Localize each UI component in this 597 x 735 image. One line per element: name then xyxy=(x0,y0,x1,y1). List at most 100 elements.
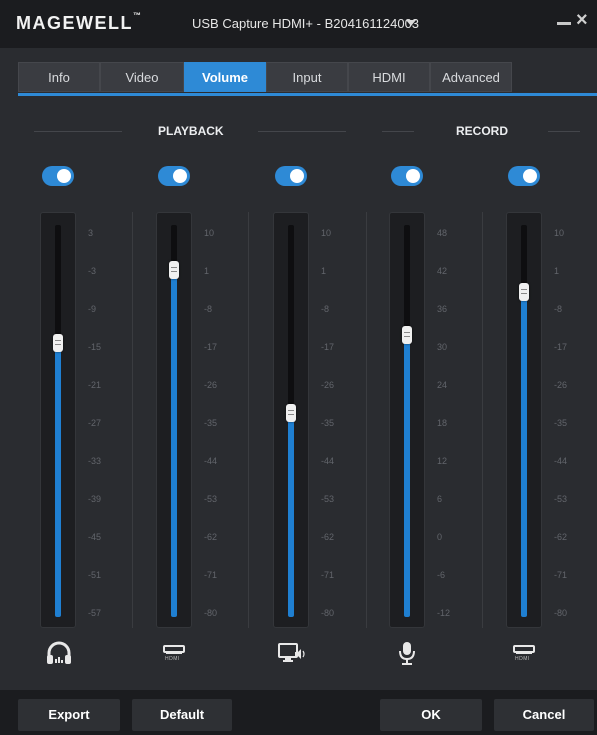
channel-3-enable-toggle[interactable] xyxy=(275,166,307,186)
scale-tick-label: -53 xyxy=(204,494,218,504)
cancel-button[interactable]: Cancel xyxy=(494,699,594,731)
hdmi-icon: HDMI xyxy=(510,640,540,666)
scale-tick-label: -57 xyxy=(88,608,102,618)
tab-volume[interactable]: Volume xyxy=(184,62,266,92)
slider-level-fill xyxy=(55,343,61,617)
channel-2-enable-toggle[interactable] xyxy=(158,166,190,186)
volume-settings-window: MAGEWELL™ USB Capture HDMI+ - B204161124… xyxy=(0,0,597,735)
scale-tick-label: -45 xyxy=(88,532,102,542)
close-button[interactable]: × xyxy=(576,10,588,30)
column-separator xyxy=(248,212,249,628)
footer-bar: Export Default OK Cancel xyxy=(0,690,597,735)
scale-tick-label: -39 xyxy=(88,494,102,504)
scale-tick-label: 1 xyxy=(321,266,327,276)
scale-tick-label: -3 xyxy=(88,266,97,276)
scale-tick-label: 1 xyxy=(204,266,210,276)
scale-tick-label: 0 xyxy=(437,532,443,542)
scale-tick-label: -71 xyxy=(204,570,218,580)
scale-tick-label: -53 xyxy=(554,494,568,504)
scale-tick-label: 42 xyxy=(437,266,448,276)
column-separator xyxy=(132,212,133,628)
scale-tick-label: -12 xyxy=(437,608,451,618)
slider-thumb[interactable] xyxy=(519,283,529,301)
scale-tick-label: -80 xyxy=(554,608,568,618)
scale-tick-label: -51 xyxy=(88,570,102,580)
default-button[interactable]: Default xyxy=(132,699,232,731)
tab-hdmi[interactable]: HDMI xyxy=(348,62,430,92)
ok-button[interactable]: OK xyxy=(380,699,482,731)
scale-tick-label: 48 xyxy=(437,228,448,238)
scale-tick-label: 6 xyxy=(437,494,443,504)
magewell-logo: MAGEWELL™ xyxy=(16,11,141,33)
scale-tick-label: -33 xyxy=(88,456,102,466)
channel-1-enable-toggle[interactable] xyxy=(42,166,74,186)
scale-tick-label: -44 xyxy=(321,456,335,466)
volume-slider-5[interactable] xyxy=(506,212,542,628)
scale-tick-label: 10 xyxy=(204,228,215,238)
volume-slider-4[interactable] xyxy=(389,212,425,628)
slider-track[interactable] xyxy=(55,225,61,617)
volume-slider-1[interactable] xyxy=(40,212,76,628)
tab-video[interactable]: Video xyxy=(100,62,184,92)
scale-tick-label: -62 xyxy=(554,532,568,542)
scale-tick-label: -44 xyxy=(554,456,568,466)
hdmi-icon: HDMI xyxy=(160,640,190,666)
slider-thumb[interactable] xyxy=(286,404,296,422)
scale-tick-label: -80 xyxy=(321,608,335,618)
scale-labels: 48 42 36 30 24 18 12 6 0 -6 -12 xyxy=(437,222,471,618)
scale-labels: 10 1 -8 -17 -26 -35 -44 -53 -62 -71 -80 xyxy=(321,222,355,618)
column-separator xyxy=(366,212,367,628)
channel-5-enable-toggle[interactable] xyxy=(508,166,540,186)
scale-tick-label: 36 xyxy=(437,304,448,314)
scale-tick-label: -15 xyxy=(88,342,102,352)
scale-tick-label: 24 xyxy=(437,380,448,390)
volume-slider-2[interactable] xyxy=(156,212,192,628)
scale-tick-label: -62 xyxy=(321,532,335,542)
channel-4-enable-toggle[interactable] xyxy=(391,166,423,186)
slider-level-fill xyxy=(521,292,527,617)
divider xyxy=(548,131,580,132)
scale-tick-label: -8 xyxy=(204,304,213,314)
tab-advanced[interactable]: Advanced xyxy=(430,62,512,92)
tab-underline xyxy=(18,93,597,96)
export-button[interactable]: Export xyxy=(18,699,120,731)
scale-tick-label: -71 xyxy=(321,570,335,580)
tab-input[interactable]: Input xyxy=(266,62,348,92)
scale-tick-label: 10 xyxy=(554,228,565,238)
scale-tick-label: 30 xyxy=(437,342,448,352)
slider-track[interactable] xyxy=(404,225,410,617)
scale-tick-label: 18 xyxy=(437,418,448,428)
chevron-down-icon[interactable] xyxy=(406,20,416,26)
divider xyxy=(34,131,122,132)
scale-tick-label: -8 xyxy=(321,304,330,314)
scale-labels: 10 1 -8 -17 -26 -35 -44 -53 -62 -71 -80 xyxy=(204,222,238,618)
scale-tick-label: 1 xyxy=(554,266,560,276)
tab-info[interactable]: Info xyxy=(18,62,100,92)
minimize-button[interactable] xyxy=(557,22,571,25)
microphone-icon xyxy=(393,640,423,666)
scale-tick-label: -26 xyxy=(321,380,335,390)
divider xyxy=(382,131,414,132)
slider-level-fill xyxy=(171,270,177,617)
slider-track[interactable] xyxy=(171,225,177,617)
scale-tick-label: -17 xyxy=(204,342,218,352)
scale-tick-label: -21 xyxy=(88,380,102,390)
slider-thumb[interactable] xyxy=(169,261,179,279)
scale-labels: 10 1 -8 -17 -26 -35 -44 -53 -62 -71 -80 xyxy=(554,222,588,618)
scale-tick-label: -80 xyxy=(204,608,218,618)
record-heading: RECORD xyxy=(456,124,509,138)
scale-tick-label: -71 xyxy=(554,570,568,580)
hdmi-label: HDMI xyxy=(515,656,530,662)
scale-tick-label: -26 xyxy=(204,380,218,390)
scale-tick-label: 3 xyxy=(88,228,94,238)
scale-tick-label: -9 xyxy=(88,304,97,314)
slider-thumb[interactable] xyxy=(402,326,412,344)
scale-tick-label: -62 xyxy=(204,532,218,542)
volume-slider-3[interactable] xyxy=(273,212,309,628)
scale-tick-label: -17 xyxy=(554,342,568,352)
device-selector-label[interactable]: USB Capture HDMI+ - B204161124003 xyxy=(192,16,419,31)
scale-tick-label: -26 xyxy=(554,380,568,390)
scale-tick-label: -35 xyxy=(204,418,218,428)
slider-thumb[interactable] xyxy=(53,334,63,352)
hdmi-label: HDMI xyxy=(165,656,180,662)
